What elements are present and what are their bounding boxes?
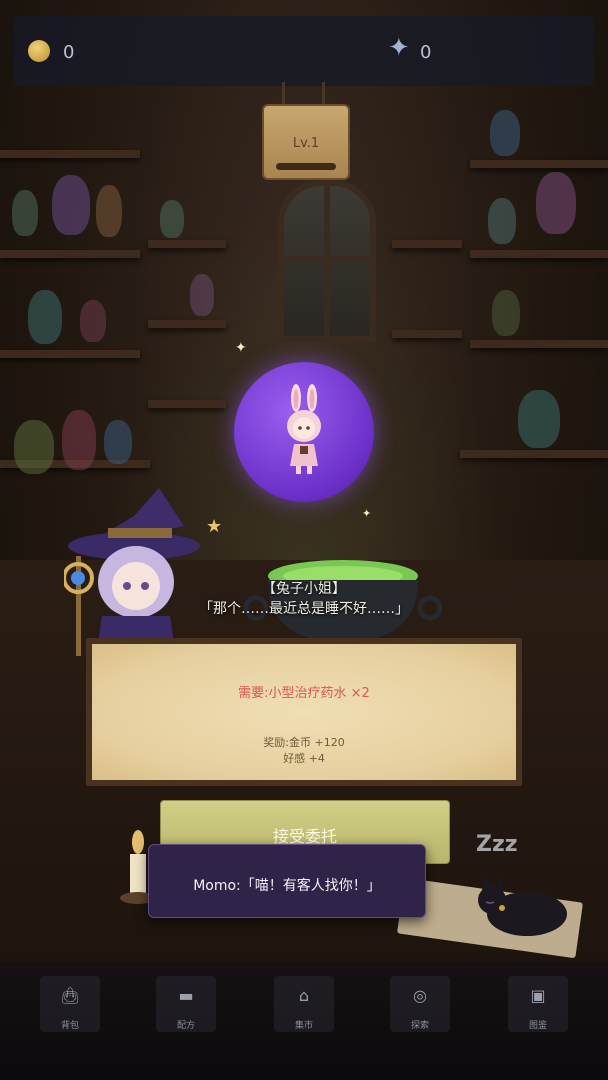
request-parchment: 需要:小型治疗药水 ×2 奖励:金币 +120 好感 +4 (92, 644, 516, 780)
level-progress-bar (276, 163, 336, 170)
notification-toast[interactable]: Momo:「喵！有客人找你！」 (148, 844, 426, 918)
bunny-girl-avatar (287, 384, 321, 474)
nav-label: 配方 (176, 1021, 195, 1031)
sparkle-icon: ✦ (362, 507, 372, 520)
customer-dialogue: 「那个……最近总是睡不好……」 (199, 601, 409, 617)
bag-icon: 👜︎ (59, 986, 81, 1005)
shelf (148, 400, 226, 408)
potion-bottle (492, 290, 520, 336)
gem-count: 0 (420, 42, 432, 63)
customer-bubble[interactable] (234, 362, 374, 502)
nav-item-catalog[interactable]: ▣ 图鉴 (508, 976, 568, 1032)
shelf (470, 250, 608, 258)
potion-bottle (160, 200, 184, 238)
sleep-zzz: Zzz (476, 832, 518, 857)
customer-name: 【兔子小姐】 (262, 581, 346, 597)
sleeping-cat[interactable] (472, 870, 572, 940)
sparkle-icon: ✦ (235, 340, 247, 356)
shelf (148, 240, 226, 248)
potion-bottle (488, 198, 516, 244)
potion-bottle (52, 175, 90, 235)
book-icon: ▬ (178, 986, 194, 1005)
nav-label: 图鉴 (528, 1021, 547, 1031)
coin-icon (28, 40, 50, 62)
market-icon: ⌂ (298, 986, 310, 1005)
compass-icon: ◎ (413, 986, 427, 1005)
shelf (148, 320, 226, 328)
shelf (470, 340, 608, 348)
nav-item-explore[interactable]: ◎ 探索 (390, 976, 450, 1032)
level-sign: Lv.1 (262, 104, 350, 180)
nav-label: 集市 (294, 1021, 313, 1031)
catalog-icon: ▣ (530, 986, 546, 1005)
potion-bottle (104, 420, 132, 464)
shelf (460, 450, 608, 458)
toast-message: Momo:「喵！有客人找你！」 (193, 878, 381, 894)
potion-bottle (12, 190, 38, 236)
nav-item-market[interactable]: ⌂ 集市 (274, 976, 334, 1032)
nav-item-recipes[interactable]: ▬ 配方 (156, 976, 216, 1032)
reward-coins: 奖励:金币 +120 (263, 736, 345, 749)
potion-bottle (28, 290, 62, 344)
nav-label: 探索 (410, 1021, 429, 1031)
reward-affection: 好感 +4 (283, 752, 325, 765)
witch-character: ★ (64, 488, 222, 656)
shelf (0, 250, 140, 258)
potion-bottle (96, 185, 122, 237)
sign-rope (322, 82, 325, 104)
request-card: 需要:小型治疗药水 ×2 奖励:金币 +120 好感 +4 (86, 638, 522, 786)
shelf (470, 160, 608, 168)
sign-rope (282, 82, 285, 104)
potion-bottle (80, 300, 106, 342)
potion-bottle (518, 390, 560, 448)
nav-item-bag[interactable]: 👜︎ 背包 (40, 976, 100, 1032)
arched-window (278, 180, 376, 342)
potion-bottle (14, 420, 54, 474)
request-need: 需要:小型治疗药水 ×2 (238, 686, 370, 701)
potion-bottle (190, 274, 214, 316)
potion-bottle (490, 110, 520, 156)
shelf (392, 330, 462, 338)
shelf (0, 150, 140, 158)
level-label: Lv.1 (292, 136, 320, 151)
gem-icon: ✦ (388, 33, 410, 63)
shelf (392, 240, 462, 248)
potion-bottle (62, 410, 96, 470)
resource-bar (14, 16, 594, 86)
svg-text:★: ★ (206, 516, 222, 537)
potion-bottle (536, 172, 576, 234)
nav-label: 背包 (60, 1021, 79, 1031)
shelf (0, 350, 140, 358)
coin-count: 0 (63, 42, 75, 63)
